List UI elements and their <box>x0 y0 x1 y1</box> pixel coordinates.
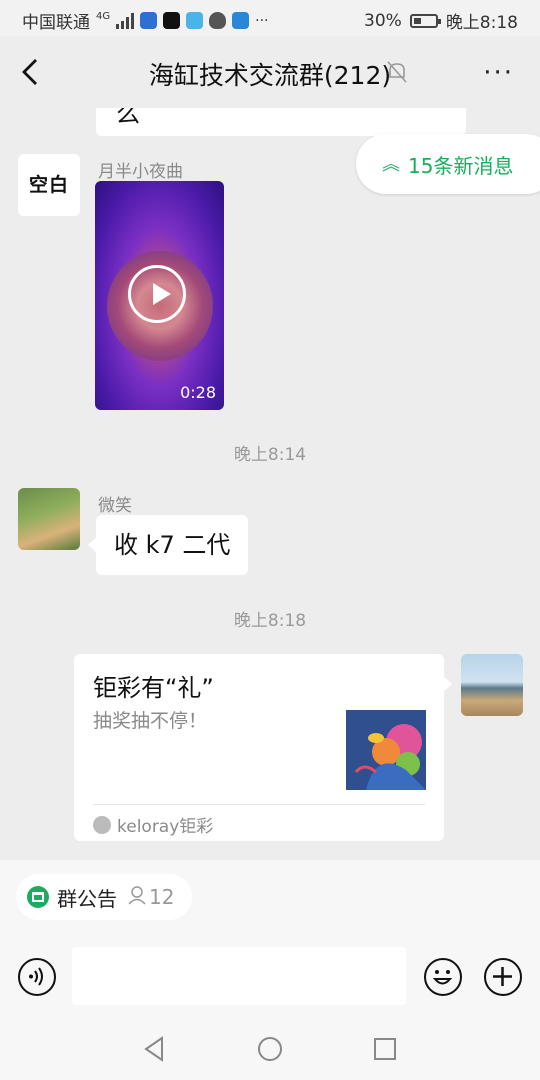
video-message[interactable]: 0:28 <box>95 181 224 410</box>
card-thumbnail <box>346 710 426 790</box>
carrier-label: 中国联通 <box>22 13 90 33</box>
app-notification-icon <box>140 12 158 29</box>
battery-percent: 30% <box>364 10 402 31</box>
sender-name: 月半小夜曲 <box>98 162 183 182</box>
clock: 晚上8:18 <box>445 13 518 33</box>
app-notification-icon <box>186 12 204 29</box>
message-input[interactable] <box>72 947 406 1005</box>
double-chevron-up-icon: ︽ <box>382 154 400 175</box>
avatar-self[interactable] <box>461 654 523 716</box>
sender-name: 微笑 <box>98 496 132 516</box>
more-notifications-icon: ··· <box>255 12 269 29</box>
source-logo-icon <box>93 815 111 834</box>
new-messages-label: 15条新消息 <box>408 154 514 178</box>
avatar-text: 空白 <box>28 174 69 196</box>
input-bar <box>0 936 540 1016</box>
message-bubble[interactable]: 收 k7 二代 <box>87 515 249 575</box>
member-count: 12 <box>149 885 175 909</box>
nav-recents-icon[interactable] <box>372 1036 398 1062</box>
link-card-message[interactable]: 钜彩有“礼” 抽奖抽不停！ keloray钜彩 <box>74 654 452 841</box>
more-functions-button[interactable] <box>484 958 522 996</box>
chat-area[interactable]: 么 空白 月半小夜曲 0:28 ︽ 15条新消息 晚上8:14 微笑 收 k7 … <box>0 108 540 860</box>
member-icon <box>127 885 147 910</box>
video-duration: 0:28 <box>180 383 216 402</box>
group-notice-label: 群公告 <box>57 886 117 911</box>
emoji-button[interactable] <box>424 958 462 996</box>
status-bar: 中国联通 4G ··· 30% 晚上8:18 <box>0 0 540 36</box>
signal-icon <box>116 12 135 29</box>
announcement-icon <box>27 886 49 908</box>
network-label: 4G <box>96 11 111 22</box>
play-icon[interactable] <box>128 265 186 323</box>
system-nav-bar <box>0 1016 540 1080</box>
avatar[interactable]: 空白 <box>18 154 80 216</box>
avatar[interactable] <box>18 488 80 550</box>
voice-input-button[interactable] <box>18 958 56 996</box>
divider <box>93 804 425 805</box>
tiktok-icon <box>163 12 181 29</box>
battery-icon <box>409 13 441 28</box>
chat-title: 海缸技术交流群(212) <box>148 61 392 90</box>
nav-home-icon[interactable] <box>256 1035 284 1063</box>
more-options-button[interactable]: ··· <box>483 58 514 88</box>
message-text: 么 <box>116 108 140 128</box>
card-source-label: keloray钜彩 <box>117 817 214 837</box>
voice-icon <box>29 967 43 986</box>
mute-bell-icon <box>387 61 407 83</box>
chat-header: 海缸技术交流群(212) ··· <box>0 36 540 108</box>
group-notice-button[interactable]: 群公告 12 <box>16 874 192 920</box>
card-title: 钜彩有“礼” <box>93 674 214 702</box>
timestamp: 晚上8:14 <box>233 445 307 465</box>
nav-back-icon[interactable] <box>142 1036 166 1062</box>
emoji-icon <box>432 970 453 985</box>
timestamp: 晚上8:18 <box>233 611 307 631</box>
card-description: 抽奖抽不停！ <box>93 710 208 732</box>
shield-icon <box>209 12 227 29</box>
weather-icon <box>232 12 250 29</box>
new-messages-button[interactable]: ︽ 15条新消息 <box>356 134 540 194</box>
message-bubble[interactable]: 么 <box>96 108 466 136</box>
notice-bar: 群公告 12 <box>0 860 540 936</box>
message-text: 收 k7 二代 <box>114 531 231 559</box>
plus-icon <box>493 967 512 986</box>
card-source: keloray钜彩 <box>93 812 213 837</box>
